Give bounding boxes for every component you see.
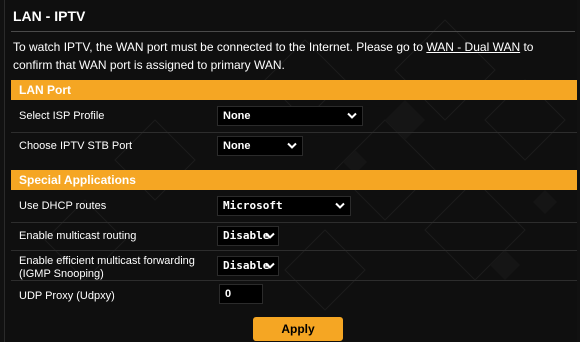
row-divider: [11, 250, 577, 251]
iptv-stb-port-select[interactable]: None: [217, 136, 303, 156]
title-divider: [11, 31, 575, 32]
iptv-stb-port-value: None: [223, 140, 251, 152]
isp-profile-value: None: [223, 110, 251, 122]
dhcp-routes-select[interactable]: Microsoft: [217, 196, 351, 216]
section-header-special-applications: Special Applications: [11, 170, 577, 190]
multicast-routing-label: Enable multicast routing: [19, 230, 137, 242]
igmp-snooping-label: Enable efficient multicast forwarding (I…: [19, 255, 195, 280]
igmp-snooping-value: Disable: [223, 259, 270, 272]
chevron-down-icon: [265, 232, 275, 239]
igmp-snooping-select[interactable]: Disable: [217, 256, 279, 276]
iptv-stb-port-label: Choose IPTV STB Port: [19, 140, 133, 152]
chevron-down-icon: [265, 262, 275, 269]
multicast-routing-select[interactable]: Disable: [217, 226, 279, 246]
isp-profile-select[interactable]: None: [217, 106, 363, 126]
chevron-down-icon: [347, 112, 357, 119]
dhcp-routes-value: Microsoft: [223, 199, 283, 212]
row-divider: [11, 222, 577, 223]
dhcp-routes-label: Use DHCP routes: [19, 200, 107, 212]
iptv-settings-panel: LAN - IPTV To watch IPTV, the WAN port m…: [4, 0, 577, 342]
chevron-down-icon: [335, 202, 345, 209]
page-title: LAN - IPTV: [13, 8, 86, 24]
description-text-pre: To watch IPTV, the WAN port must be conn…: [13, 40, 427, 54]
isp-profile-label: Select ISP Profile: [19, 110, 105, 122]
wan-dual-wan-link[interactable]: WAN - Dual WAN: [426, 40, 520, 54]
udp-proxy-input[interactable]: 0: [219, 284, 263, 304]
chevron-down-icon: [287, 142, 297, 149]
page-description: To watch IPTV, the WAN port must be conn…: [13, 38, 569, 74]
apply-button[interactable]: Apply: [253, 317, 343, 341]
row-divider: [11, 132, 577, 133]
multicast-routing-value: Disable: [223, 229, 270, 242]
udp-proxy-label: UDP Proxy (Udpxy): [19, 290, 115, 302]
row-divider: [11, 280, 577, 281]
section-header-lan-port: LAN Port: [11, 80, 577, 100]
